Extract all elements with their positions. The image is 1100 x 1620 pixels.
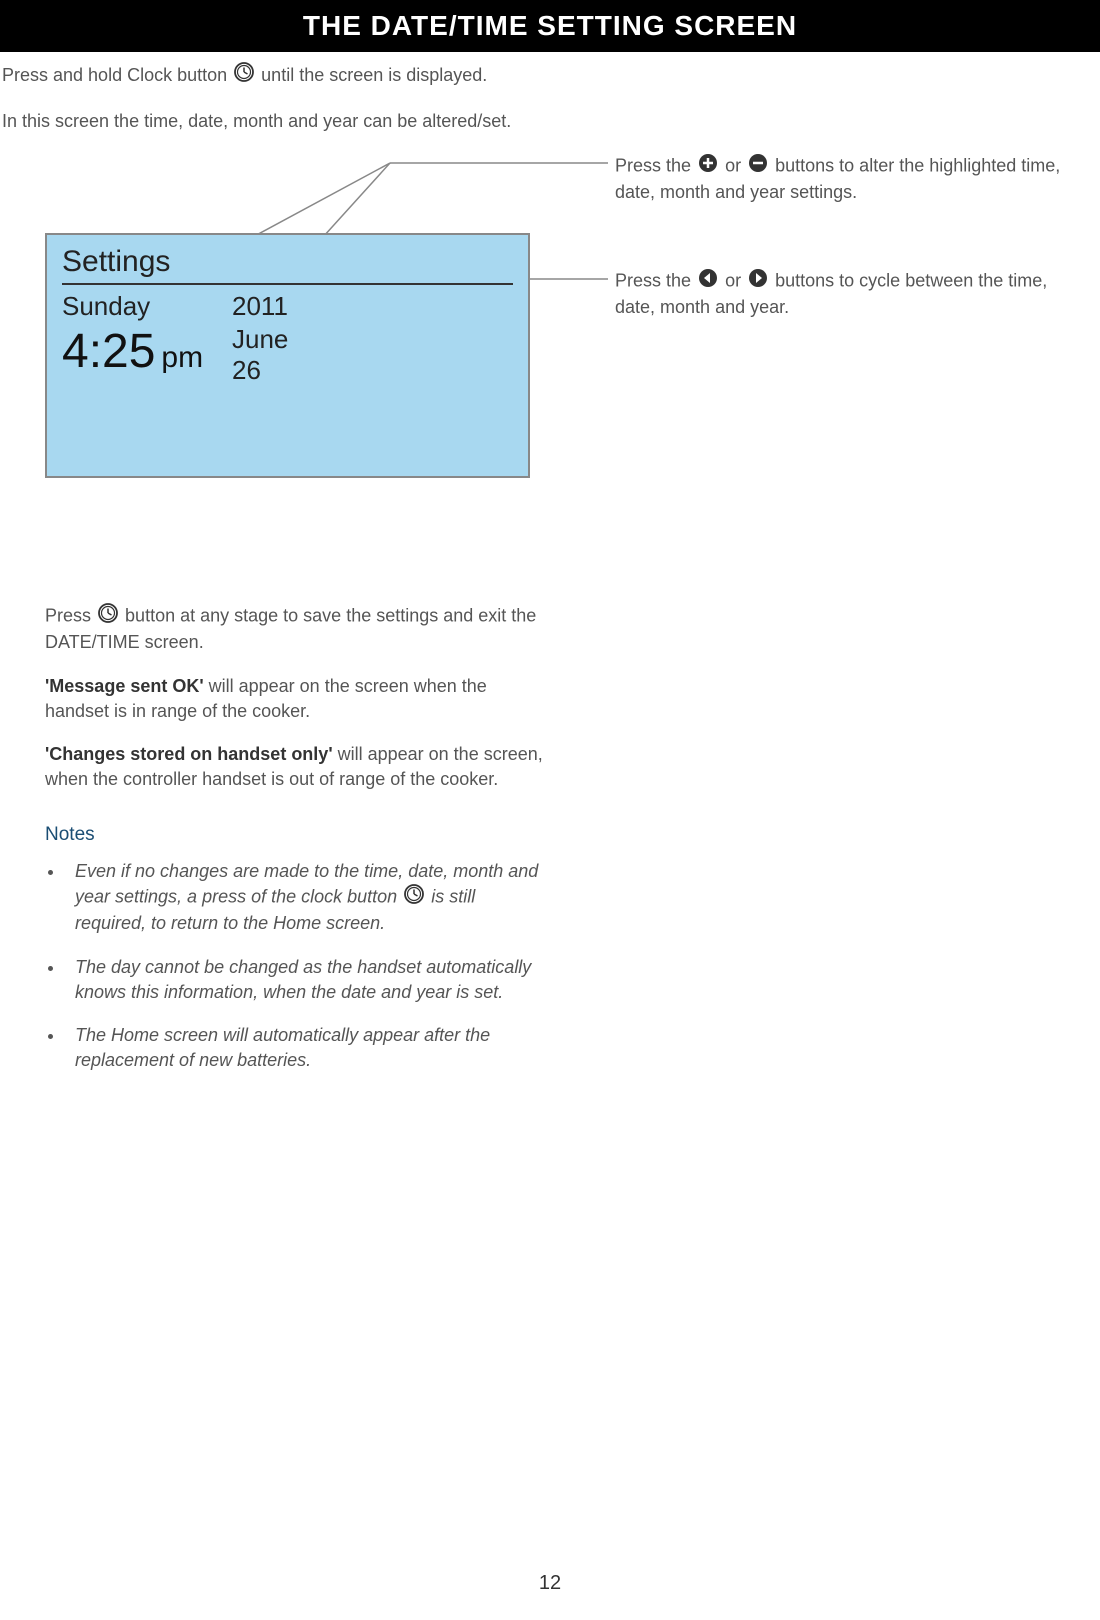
- intro-line2: In this screen the time, date, month and…: [2, 108, 1100, 135]
- notes-heading: Notes: [45, 822, 545, 849]
- plus-icon: [698, 153, 718, 180]
- clock-icon: [98, 603, 118, 630]
- device-year: 2011: [232, 291, 288, 322]
- note-2: The day cannot be changed as the handset…: [65, 955, 545, 1005]
- device-day: Sunday: [62, 291, 232, 322]
- note-3: The Home screen will automatically appea…: [65, 1023, 545, 1073]
- bottom-p3-bold: 'Changes stored on handset only': [45, 744, 333, 764]
- device-divider: [62, 283, 513, 285]
- device-time: 4:25pm: [62, 324, 232, 379]
- bottom-section: Press button at any stage to save the se…: [45, 603, 545, 1073]
- bottom-p1a: Press: [45, 606, 91, 626]
- notes-list: Even if no changes are made to the time,…: [45, 859, 545, 1073]
- intro-line1a: Press and hold Clock button: [2, 65, 227, 85]
- bottom-p2-bold: 'Message sent OK': [45, 676, 204, 696]
- callout1-b: or: [725, 156, 741, 176]
- device-screen: Settings Sunday 4:25pm 2011 June 26: [45, 233, 530, 478]
- device-month: June: [232, 324, 288, 355]
- callout-left-right: Press the or buttons to cycle between th…: [615, 268, 1065, 320]
- page-header: THE DATE/TIME SETTING SCREEN: [0, 0, 1100, 52]
- device-time-value: 4:25: [62, 325, 155, 378]
- left-icon: [698, 268, 718, 295]
- callout1-a: Press the: [615, 156, 691, 176]
- bottom-p1b: button at any stage to save the settings…: [45, 606, 536, 653]
- intro-text: Press and hold Clock button until the sc…: [0, 52, 1100, 135]
- clock-icon: [234, 62, 254, 90]
- intro-line1b: until the screen is displayed.: [261, 65, 487, 85]
- callout2-b: or: [725, 271, 741, 291]
- diagram-area: Settings Sunday 4:25pm 2011 June 26 Pres…: [0, 153, 1100, 603]
- device-ampm: pm: [161, 341, 203, 374]
- note-1: Even if no changes are made to the time,…: [65, 859, 545, 937]
- device-title: Settings: [62, 245, 513, 279]
- callout2-a: Press the: [615, 271, 691, 291]
- page-number: 12: [0, 1572, 1100, 1595]
- minus-icon: [748, 153, 768, 180]
- right-icon: [748, 268, 768, 295]
- callout-plus-minus: Press the or buttons to alter the highli…: [615, 153, 1065, 205]
- clock-icon: [404, 884, 424, 911]
- device-daynum: 26: [232, 355, 288, 386]
